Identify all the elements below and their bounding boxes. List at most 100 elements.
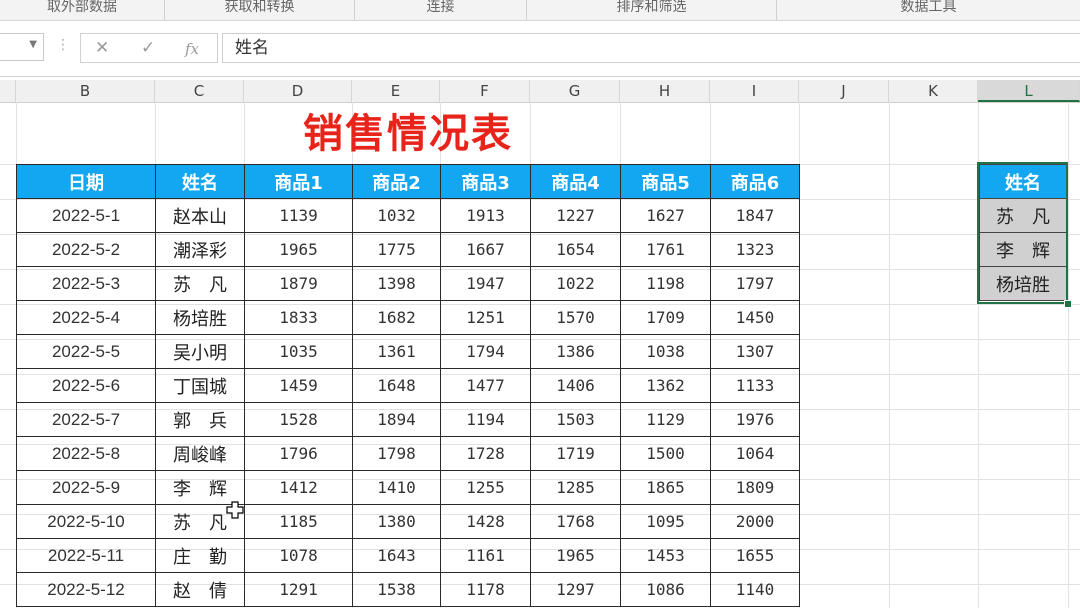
product2-cell[interactable]: 1643	[352, 538, 441, 573]
product4-cell[interactable]: 1719	[530, 436, 621, 471]
product6-cell[interactable]: 1809	[710, 470, 800, 505]
product6-cell[interactable]: 2000	[710, 504, 800, 539]
product1-cell[interactable]: 1078	[244, 538, 353, 573]
product1-cell[interactable]: 1528	[244, 402, 353, 437]
product3-cell[interactable]: 1667	[440, 232, 531, 267]
formula-input[interactable]: 姓名	[222, 33, 1080, 63]
product5-cell[interactable]: 1761	[620, 232, 711, 267]
product6-cell[interactable]: 1450	[710, 300, 800, 335]
date-cell[interactable]: 2022-5-1	[16, 198, 156, 233]
product3-cell[interactable]: 1178	[440, 572, 531, 607]
fx-icon[interactable]: fx	[185, 40, 199, 58]
product5-cell[interactable]: 1500	[620, 436, 711, 471]
product3-cell[interactable]: 1913	[440, 198, 531, 233]
date-cell[interactable]: 2022-5-3	[16, 266, 156, 301]
product5-cell[interactable]: 1709	[620, 300, 711, 335]
date-cell[interactable]: 2022-5-7	[16, 402, 156, 437]
header-cell-product1[interactable]: 商品1	[244, 164, 353, 199]
product4-cell[interactable]: 1227	[530, 198, 621, 233]
product6-cell[interactable]: 1133	[710, 368, 800, 403]
product3-cell[interactable]: 1194	[440, 402, 531, 437]
product2-cell[interactable]: 1380	[352, 504, 441, 539]
date-cell[interactable]: 2022-5-8	[16, 436, 156, 471]
product2-cell[interactable]: 1361	[352, 334, 441, 369]
fill-handle[interactable]	[1064, 300, 1072, 308]
chevron-down-icon[interactable]: ▼	[29, 39, 37, 50]
product1-cell[interactable]: 1185	[244, 504, 353, 539]
name-cell[interactable]: 苏 凡	[155, 266, 245, 301]
product6-cell[interactable]: 1140	[710, 572, 800, 607]
product5-cell[interactable]: 1086	[620, 572, 711, 607]
product1-cell[interactable]: 1796	[244, 436, 353, 471]
product3-cell[interactable]: 1477	[440, 368, 531, 403]
product5-cell[interactable]: 1362	[620, 368, 711, 403]
product1-cell[interactable]: 1879	[244, 266, 353, 301]
name-box[interactable]: ▼	[0, 33, 44, 61]
date-cell[interactable]: 2022-5-5	[16, 334, 156, 369]
product5-cell[interactable]: 1627	[620, 198, 711, 233]
product2-cell[interactable]: 1682	[352, 300, 441, 335]
column-header-c[interactable]: C	[155, 80, 244, 102]
lookup-cell[interactable]: 杨培胜	[979, 266, 1067, 301]
product4-cell[interactable]: 1386	[530, 334, 621, 369]
product1-cell[interactable]: 1459	[244, 368, 353, 403]
product6-cell[interactable]: 1976	[710, 402, 800, 437]
product2-cell[interactable]: 1398	[352, 266, 441, 301]
product5-cell[interactable]: 1865	[620, 470, 711, 505]
header-cell-name[interactable]: 姓名	[155, 164, 245, 199]
date-cell[interactable]: 2022-5-4	[16, 300, 156, 335]
product4-cell[interactable]: 1297	[530, 572, 621, 607]
header-cell-product3[interactable]: 商品3	[440, 164, 531, 199]
date-cell[interactable]: 2022-5-12	[16, 572, 156, 607]
header-cell-date[interactable]: 日期	[16, 164, 156, 199]
product1-cell[interactable]: 1139	[244, 198, 353, 233]
product4-cell[interactable]: 1406	[530, 368, 621, 403]
product4-cell[interactable]: 1654	[530, 232, 621, 267]
name-cell[interactable]: 丁国城	[155, 368, 245, 403]
name-cell[interactable]: 杨培胜	[155, 300, 245, 335]
product2-cell[interactable]: 1032	[352, 198, 441, 233]
column-header-f[interactable]: F	[440, 80, 530, 102]
product2-cell[interactable]: 1798	[352, 436, 441, 471]
product5-cell[interactable]: 1453	[620, 538, 711, 573]
name-cell[interactable]: 庄 勤	[155, 538, 245, 573]
close-icon[interactable]: ✕	[95, 38, 109, 58]
column-header-j[interactable]: J	[799, 80, 889, 102]
product2-cell[interactable]: 1410	[352, 470, 441, 505]
date-cell[interactable]: 2022-5-6	[16, 368, 156, 403]
column-header-d[interactable]: D	[244, 80, 352, 102]
date-cell[interactable]: 2022-5-10	[16, 504, 156, 539]
product4-cell[interactable]: 1285	[530, 470, 621, 505]
name-cell[interactable]: 周峻峰	[155, 436, 245, 471]
product3-cell[interactable]: 1255	[440, 470, 531, 505]
product6-cell[interactable]: 1064	[710, 436, 800, 471]
column-header-i[interactable]: I	[710, 80, 799, 102]
product5-cell[interactable]: 1095	[620, 504, 711, 539]
column-header-g[interactable]: G	[530, 80, 620, 102]
header-cell-product4[interactable]: 商品4	[530, 164, 621, 199]
lookup-cell[interactable]: 苏 凡	[979, 198, 1067, 233]
date-cell[interactable]: 2022-5-11	[16, 538, 156, 573]
lookup-cell[interactable]: 李 辉	[979, 232, 1067, 267]
name-cell[interactable]: 赵 倩	[155, 572, 245, 607]
drag-handle-icon[interactable]: ⋮	[56, 37, 70, 53]
product5-cell[interactable]: 1129	[620, 402, 711, 437]
product6-cell[interactable]: 1655	[710, 538, 800, 573]
header-cell-product5[interactable]: 商品5	[620, 164, 711, 199]
product3-cell[interactable]: 1251	[440, 300, 531, 335]
name-cell[interactable]: 李 辉	[155, 470, 245, 505]
lookup-header-cell[interactable]: 姓名	[979, 164, 1067, 199]
date-cell[interactable]: 2022-5-9	[16, 470, 156, 505]
column-header-k[interactable]: K	[889, 80, 978, 102]
product3-cell[interactable]: 1428	[440, 504, 531, 539]
product2-cell[interactable]: 1648	[352, 368, 441, 403]
row-header-corner[interactable]	[0, 80, 16, 102]
product4-cell[interactable]: 1503	[530, 402, 621, 437]
product3-cell[interactable]: 1947	[440, 266, 531, 301]
header-cell-product2[interactable]: 商品2	[352, 164, 441, 199]
product4-cell[interactable]: 1570	[530, 300, 621, 335]
product3-cell[interactable]: 1728	[440, 436, 531, 471]
column-header-h[interactable]: H	[620, 80, 710, 102]
product4-cell[interactable]: 1965	[530, 538, 621, 573]
product1-cell[interactable]: 1412	[244, 470, 353, 505]
